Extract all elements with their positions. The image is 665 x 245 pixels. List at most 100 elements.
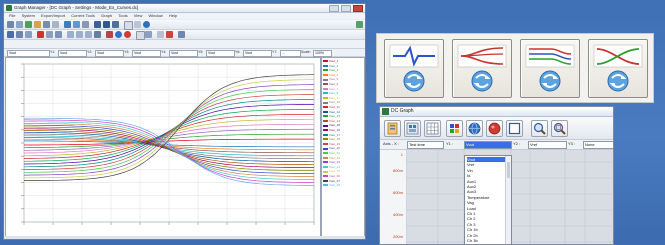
legend-item[interactable]: Vout_28 <box>323 183 363 187</box>
dropdown-option[interactable]: Load <box>467 206 505 211</box>
y3-select[interactable]: None <box>583 141 613 149</box>
dc-graph-type-button[interactable] <box>384 120 401 137</box>
legend-item[interactable]: Vout_21 <box>323 151 363 155</box>
maximize-button[interactable] <box>341 5 351 12</box>
y6-select[interactable]: Vout <box>243 50 272 57</box>
pan-icon[interactable] <box>94 31 101 38</box>
y4-select[interactable]: Vout <box>169 50 198 57</box>
table-icon[interactable] <box>73 21 80 28</box>
axis-x-select[interactable]: Test time <box>407 141 444 149</box>
zoom-out-icon[interactable] <box>76 31 83 38</box>
legend-item[interactable]: Vout_17 <box>323 133 363 137</box>
legend-item[interactable]: Vout_24 <box>323 165 363 169</box>
legend-item[interactable]: Vout_23 <box>323 160 363 164</box>
dropdown-option[interactable]: Temperature <box>467 195 505 200</box>
legend-item[interactable]: Vout_9 <box>323 96 363 100</box>
menu-system[interactable]: System <box>22 13 35 19</box>
y2-select[interactable]: Vout <box>95 50 124 57</box>
menu-tools[interactable]: Tools <box>118 13 127 19</box>
menu-current-tools[interactable]: Current Tools <box>71 13 95 19</box>
graph-type-icon[interactable] <box>7 31 14 38</box>
print-icon[interactable] <box>52 21 59 28</box>
menu-window[interactable]: Window <box>148 13 162 19</box>
bus-graph-button[interactable] <box>520 39 580 98</box>
record-icon[interactable] <box>124 31 131 38</box>
legend-item[interactable]: Vout_27 <box>323 179 363 183</box>
menu-view[interactable]: View <box>134 13 143 19</box>
menu-help[interactable]: Help <box>169 13 177 19</box>
dropdown-option[interactable]: Vin <box>467 168 505 173</box>
info-icon[interactable] <box>143 21 150 28</box>
legend-item[interactable]: Vout_14 <box>323 119 363 123</box>
legend-item[interactable]: Vout_4 <box>323 73 363 77</box>
legend-item[interactable]: Vout_18 <box>323 137 363 141</box>
dc-layout-button[interactable] <box>404 120 421 137</box>
crossover-graph-button[interactable] <box>588 39 648 98</box>
menu-graph[interactable]: Graph <box>101 13 112 19</box>
close-button[interactable] <box>353 5 363 12</box>
legend-item[interactable]: Vout_22 <box>323 156 363 160</box>
frame-icon[interactable] <box>136 31 145 40</box>
delete-icon[interactable] <box>166 31 173 38</box>
scrollbar-thumb[interactable] <box>507 162 510 178</box>
open-icon[interactable] <box>16 21 23 28</box>
dropdown-option[interactable]: Ch 1 <box>467 211 505 216</box>
export-icon[interactable] <box>103 21 110 28</box>
dropdown-option[interactable]: Ch 3 <box>467 222 505 227</box>
settings-icon[interactable] <box>112 21 119 28</box>
dropdown-option[interactable]: Id <box>467 173 505 178</box>
dc-zoom-area-button[interactable] <box>551 120 568 137</box>
menu-export-import[interactable]: Export/Import <box>41 13 65 19</box>
refresh-icon[interactable] <box>25 21 32 28</box>
window-icon[interactable] <box>124 21 133 30</box>
cursor-icon[interactable] <box>55 31 62 38</box>
dc-transfer-graph-button[interactable] <box>452 39 512 98</box>
list-icon[interactable] <box>25 31 32 38</box>
compare-icon[interactable] <box>145 31 152 38</box>
new-icon[interactable] <box>7 21 14 28</box>
dropdown-option[interactable]: Aux3 <box>467 189 505 194</box>
legend-item[interactable]: Vout_26 <box>323 174 363 178</box>
y2-select[interactable]: Vref <box>528 141 567 149</box>
y1-select[interactable]: Vout <box>58 50 87 57</box>
legend-item[interactable]: Vout_1 <box>323 59 363 63</box>
dc-color-button[interactable] <box>446 120 463 137</box>
legend-item[interactable]: Vout_19 <box>323 142 363 146</box>
dropdown-option[interactable]: Ch 2b <box>467 233 505 238</box>
zoom-fit-icon[interactable] <box>85 31 92 38</box>
scale-select[interactable]: 100% <box>313 50 332 57</box>
axis-icon[interactable] <box>46 31 53 38</box>
dc-globe-button[interactable] <box>466 120 483 137</box>
legend-item[interactable]: Vout_11 <box>323 105 363 109</box>
legend-item[interactable]: Vout_15 <box>323 123 363 127</box>
legend-item[interactable]: Vout_7 <box>323 87 363 91</box>
legend-item[interactable]: Vout_10 <box>323 100 363 104</box>
axis-x-select[interactable]: Vout <box>7 50 50 57</box>
plot-area[interactable] <box>5 57 321 237</box>
legend-item[interactable]: Vout_2 <box>323 64 363 68</box>
sweep-graph-button[interactable] <box>384 39 444 98</box>
dc-zoom-button[interactable] <box>531 120 548 137</box>
dropdown-option[interactable]: Aux1 <box>467 179 505 184</box>
dropdown-option[interactable]: Vout <box>467 157 505 162</box>
color-icon[interactable] <box>106 31 113 38</box>
legend-item[interactable]: Vout_25 <box>323 169 363 173</box>
chart-icon[interactable] <box>94 21 101 28</box>
legend-item[interactable]: Vout_12 <box>323 110 363 114</box>
y7-select[interactable]: ... <box>280 50 301 57</box>
zoom-in-icon[interactable] <box>67 31 74 38</box>
dropdown-option[interactable]: Aux2 <box>467 184 505 189</box>
y1-select[interactable]: Vout <box>464 141 512 149</box>
menu-file[interactable]: File <box>9 13 15 19</box>
legend-item[interactable]: Vout_6 <box>323 82 363 86</box>
y1-dropdown-list[interactable]: Vout Vref Vin Id Aux1 Aux2 Aux3 Temperature Vag L… <box>464 155 512 244</box>
dc-record-button[interactable] <box>486 120 503 137</box>
dc-frame-button[interactable] <box>506 120 523 137</box>
y5-select[interactable]: Vout <box>206 50 235 57</box>
folder-icon[interactable] <box>34 21 41 28</box>
help-icon[interactable] <box>134 21 141 28</box>
legend-item[interactable]: Vout_5 <box>323 77 363 81</box>
grid-icon[interactable] <box>82 21 89 28</box>
legend-item[interactable]: Vout_13 <box>323 114 363 118</box>
save-icon[interactable] <box>43 21 50 28</box>
